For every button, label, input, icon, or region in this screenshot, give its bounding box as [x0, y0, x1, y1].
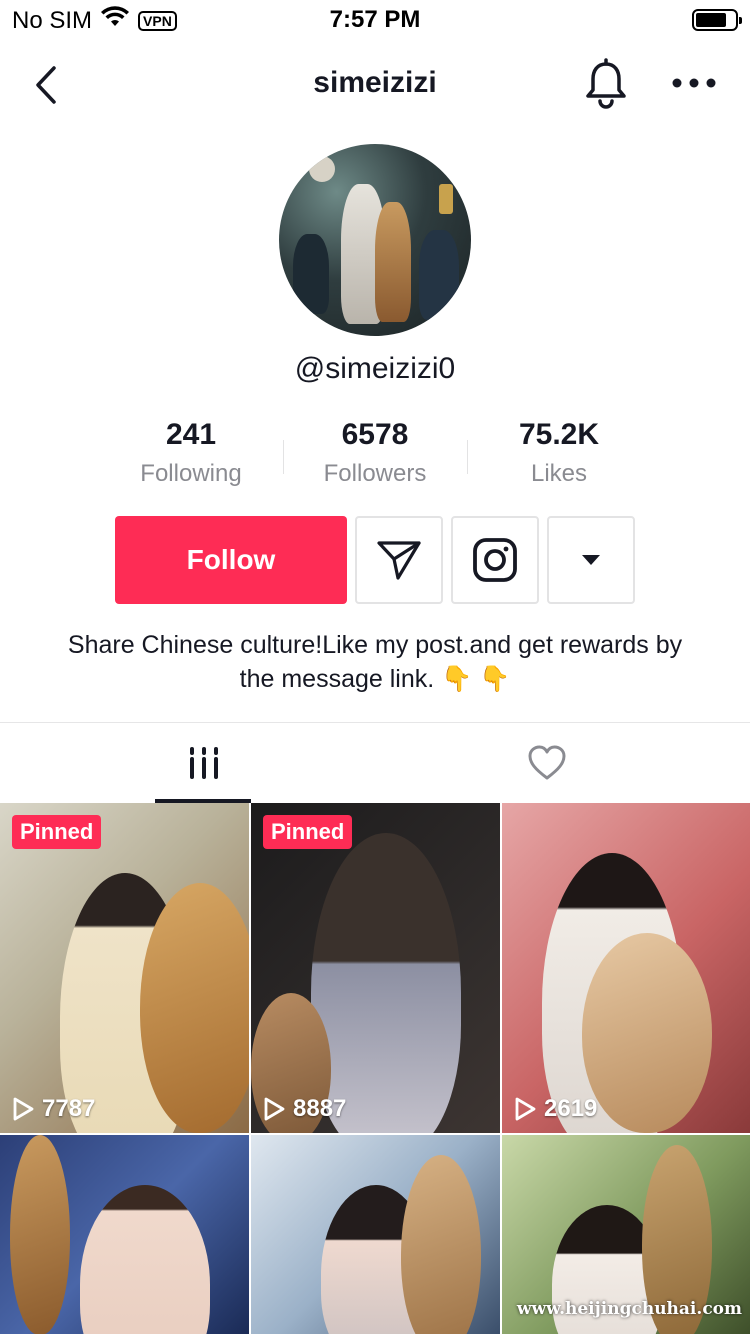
video-thumbnail[interactable]: Pinned 7787	[0, 803, 249, 1133]
page-title: simeizizi	[313, 66, 437, 99]
video-thumbnail[interactable]: Pinned 8887	[251, 803, 500, 1133]
stat-label: Following	[140, 460, 242, 487]
notification-button[interactable]	[582, 58, 630, 110]
view-count: 2619	[514, 1095, 597, 1123]
view-count-value: 8887	[293, 1095, 347, 1122]
stat-divider	[283, 440, 284, 474]
view-count: 8887	[263, 1095, 346, 1123]
stat-followers[interactable]: 6578 Followers	[285, 418, 465, 488]
more-icon	[672, 78, 716, 88]
status-time: 7:57 PM	[329, 6, 421, 33]
thumbnail-instrument	[140, 883, 249, 1133]
status-bar: No SIM VPN 7:57 PM	[0, 0, 750, 40]
follow-button[interactable]: Follow	[115, 516, 347, 604]
stat-value: 241	[165, 418, 217, 451]
stat-label: Likes	[530, 460, 588, 487]
play-icon	[264, 1097, 285, 1121]
liked-tab[interactable]	[359, 723, 734, 803]
view-count-value: 2619	[544, 1095, 598, 1122]
view-count-value: 7787	[42, 1095, 96, 1122]
stat-following[interactable]: 241 Following	[101, 418, 281, 488]
more-button[interactable]	[668, 68, 720, 98]
profile-bio: Share Chinese culture!Like my post.and g…	[67, 631, 683, 693]
play-icon	[515, 1097, 536, 1121]
instagram-icon	[473, 538, 517, 582]
thumbnail-instrument	[582, 933, 712, 1133]
watermark: www.heijingchuhai.com	[516, 1299, 742, 1319]
stat-likes: 75.2K Likes	[469, 418, 649, 488]
grid-icon	[189, 747, 218, 779]
video-thumbnail[interactable]	[251, 1135, 500, 1334]
stat-value: 75.2K	[518, 418, 600, 451]
thumbnail-instrument	[401, 1155, 481, 1334]
instagram-button[interactable]	[451, 516, 539, 604]
avatar[interactable]	[279, 144, 471, 336]
message-button[interactable]	[355, 516, 443, 604]
bell-icon	[586, 58, 626, 109]
stat-value: 6578	[341, 418, 409, 451]
thumbnail-instrument	[10, 1135, 70, 1334]
videos-tab[interactable]	[16, 723, 391, 803]
send-icon	[377, 541, 421, 580]
suggestions-dropdown-button[interactable]	[547, 516, 635, 604]
thumbnail-figure	[311, 833, 461, 1133]
caret-down-icon	[582, 555, 600, 565]
profile-stats: 241 Following 6578 Followers 75.2K Likes	[0, 418, 750, 498]
video-thumbnail[interactable]	[0, 1135, 249, 1334]
battery-icon	[692, 9, 742, 31]
profile-handle: @simeizizi0	[294, 352, 456, 385]
heart-icon	[528, 745, 565, 780]
view-count: 7787	[12, 1095, 95, 1123]
pinned-badge: Pinned	[12, 815, 102, 849]
stat-label: Followers	[323, 460, 427, 487]
video-thumbnail[interactable]: www.heijingchuhai.com	[502, 1135, 750, 1334]
thumbnail-figure	[80, 1185, 210, 1334]
nav-bar: simeizizi	[0, 50, 750, 120]
play-icon	[13, 1097, 34, 1121]
video-thumbnail[interactable]: 2619	[502, 803, 750, 1133]
stat-divider	[467, 440, 468, 474]
pinned-badge: Pinned	[263, 815, 353, 849]
profile-tabs	[0, 723, 750, 803]
